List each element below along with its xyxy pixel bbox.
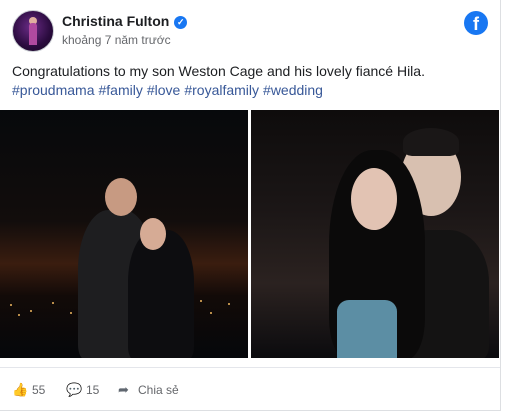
man-head bbox=[105, 178, 137, 216]
woman-figure bbox=[128, 230, 194, 358]
thumbs-up-icon: 👍 bbox=[12, 382, 29, 397]
comment-button[interactable]: 💬 15 bbox=[66, 382, 99, 398]
post-message: Congratulations to my son Weston Cage an… bbox=[12, 63, 425, 79]
share-label: Chia sẻ bbox=[138, 383, 179, 397]
woman-head bbox=[140, 218, 166, 250]
hashtag-link[interactable]: #royalfamily bbox=[184, 82, 259, 98]
woman-top bbox=[337, 300, 397, 358]
author-avatar[interactable] bbox=[12, 10, 54, 52]
like-count: 55 bbox=[32, 383, 46, 397]
action-divider bbox=[0, 367, 500, 368]
comment-count: 15 bbox=[86, 383, 100, 397]
hashtag-link[interactable]: #proudmama bbox=[12, 82, 95, 98]
facebook-logo-icon[interactable]: f bbox=[464, 11, 488, 35]
hashtag-link[interactable]: #wedding bbox=[263, 82, 323, 98]
post-card: Christina Fulton ✓ khoảng 7 năm trước f C… bbox=[0, 0, 501, 411]
share-button[interactable]: ➦ Chia sẻ bbox=[118, 382, 179, 398]
post-text-block: Congratulations to my son Weston Cage an… bbox=[12, 62, 488, 100]
hashtag-link[interactable]: #family bbox=[99, 82, 143, 98]
author-name-row: Christina Fulton ✓ bbox=[62, 13, 188, 29]
woman-head bbox=[351, 168, 397, 230]
author-name[interactable]: Christina Fulton bbox=[62, 13, 169, 29]
hashtag-list: #proudmama #family #love #royalfamily #weddi… bbox=[12, 81, 488, 100]
post-header: Christina Fulton ✓ khoảng 7 năm trước f bbox=[12, 10, 488, 54]
post-photo-1[interactable] bbox=[0, 110, 248, 358]
post-photo-2[interactable] bbox=[251, 110, 499, 358]
share-arrow-icon: ➦ bbox=[118, 382, 129, 397]
comment-icon: 💬 bbox=[66, 382, 83, 397]
post-timestamp[interactable]: khoảng 7 năm trước bbox=[62, 33, 171, 47]
photo-grid bbox=[0, 110, 500, 360]
verified-badge-icon: ✓ bbox=[174, 16, 188, 29]
like-button[interactable]: 👍 55 bbox=[12, 382, 45, 398]
hashtag-link[interactable]: #love bbox=[147, 82, 180, 98]
man-hair bbox=[403, 128, 459, 156]
